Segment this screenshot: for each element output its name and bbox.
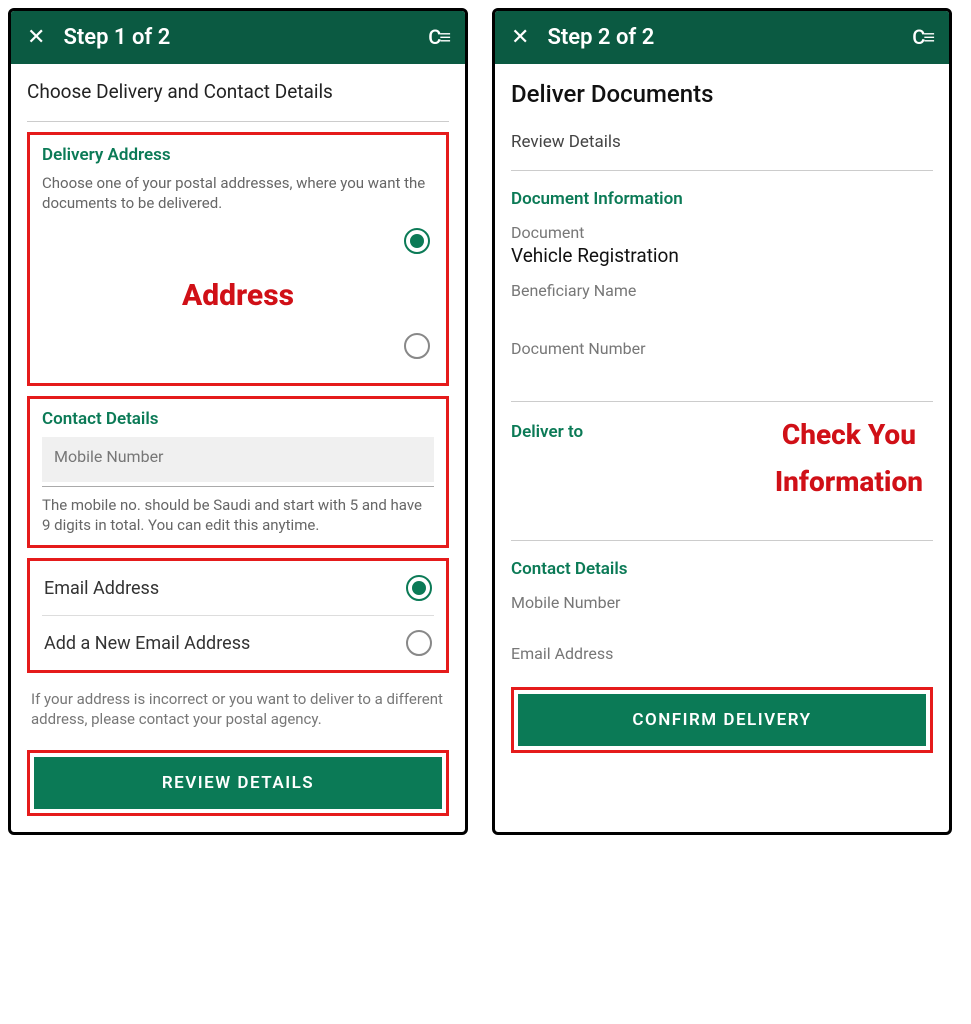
footer-note: If your address is incorrect or you want… xyxy=(27,683,449,740)
section-title: Document Information xyxy=(511,189,933,209)
section-title: Delivery Address xyxy=(42,145,434,165)
email-radio-existing[interactable] xyxy=(406,575,432,601)
appbar: ✕ Step 2 of 2 C≡ xyxy=(495,11,949,64)
document-info-section: Document Information Document Vehicle Re… xyxy=(511,181,933,391)
page-sub: Review Details xyxy=(511,126,933,160)
delivery-address-section: Delivery Address Choose one of your post… xyxy=(27,132,449,386)
appbar-title: Step 2 of 2 xyxy=(547,25,894,50)
section-desc: Choose one of your postal addresses, whe… xyxy=(42,173,434,214)
section-title: Contact Details xyxy=(42,409,434,429)
close-icon[interactable]: ✕ xyxy=(27,25,45,50)
divider xyxy=(511,540,933,541)
confirm-button-wrap: CONFIRM DELIVERY xyxy=(511,687,933,753)
mobile-input[interactable]: Mobile Number xyxy=(42,437,434,482)
close-icon[interactable]: ✕ xyxy=(511,25,529,50)
email-section: Email Address Add a New Email Address xyxy=(27,558,449,673)
screen-step1: ✕ Step 1 of 2 C≡ Choose Delivery and Con… xyxy=(8,8,468,835)
annotation-address: Address xyxy=(42,268,434,319)
mobile-label: Mobile Number xyxy=(54,447,163,466)
mobile-hint: The mobile no. should be Saudi and start… xyxy=(42,486,434,536)
beneficiary-value xyxy=(511,302,933,333)
section-title: Contact Details xyxy=(511,559,933,579)
document-label: Document xyxy=(511,217,933,244)
document-number-value xyxy=(511,360,933,391)
beneficiary-label: Beneficiary Name xyxy=(511,275,933,302)
annotation-check-info: Check You Information xyxy=(775,418,923,498)
appbar-title: Step 1 of 2 xyxy=(63,25,410,50)
contact-section: Contact Details Mobile Number Email Addr… xyxy=(511,551,933,677)
review-details-button[interactable]: REVIEW DETAILS xyxy=(34,757,442,809)
menu-icon[interactable]: C≡ xyxy=(912,25,933,50)
address-radio-2[interactable] xyxy=(404,333,430,359)
page-subtitle: Choose Delivery and Contact Details xyxy=(27,74,449,111)
menu-icon[interactable]: C≡ xyxy=(428,25,449,50)
divider xyxy=(511,170,933,171)
email-option-add-new[interactable]: Add a New Email Address xyxy=(42,616,434,670)
contact-details-section: Contact Details Mobile Number The mobile… xyxy=(27,396,449,549)
email-radio-add-new[interactable] xyxy=(406,630,432,656)
screen-step2: ✕ Step 2 of 2 C≡ Deliver Documents Revie… xyxy=(492,8,952,835)
deliver-to-section: Deliver to Check You Information xyxy=(511,412,933,530)
document-number-label: Document Number xyxy=(511,333,933,360)
divider xyxy=(27,121,449,122)
confirm-delivery-button[interactable]: CONFIRM DELIVERY xyxy=(518,694,926,746)
mobile-label: Mobile Number xyxy=(511,587,933,614)
email-label: Email Address xyxy=(511,638,933,665)
review-button-wrap: REVIEW DETAILS xyxy=(27,750,449,816)
email-option-existing[interactable]: Email Address xyxy=(42,561,434,616)
appbar: ✕ Step 1 of 2 C≡ xyxy=(11,11,465,64)
address-radio-1[interactable] xyxy=(404,228,430,254)
email-existing-label: Email Address xyxy=(44,578,159,599)
divider xyxy=(511,401,933,402)
email-add-new-label: Add a New Email Address xyxy=(44,633,250,654)
page-heading: Deliver Documents xyxy=(511,74,933,116)
document-value: Vehicle Registration xyxy=(511,244,933,275)
